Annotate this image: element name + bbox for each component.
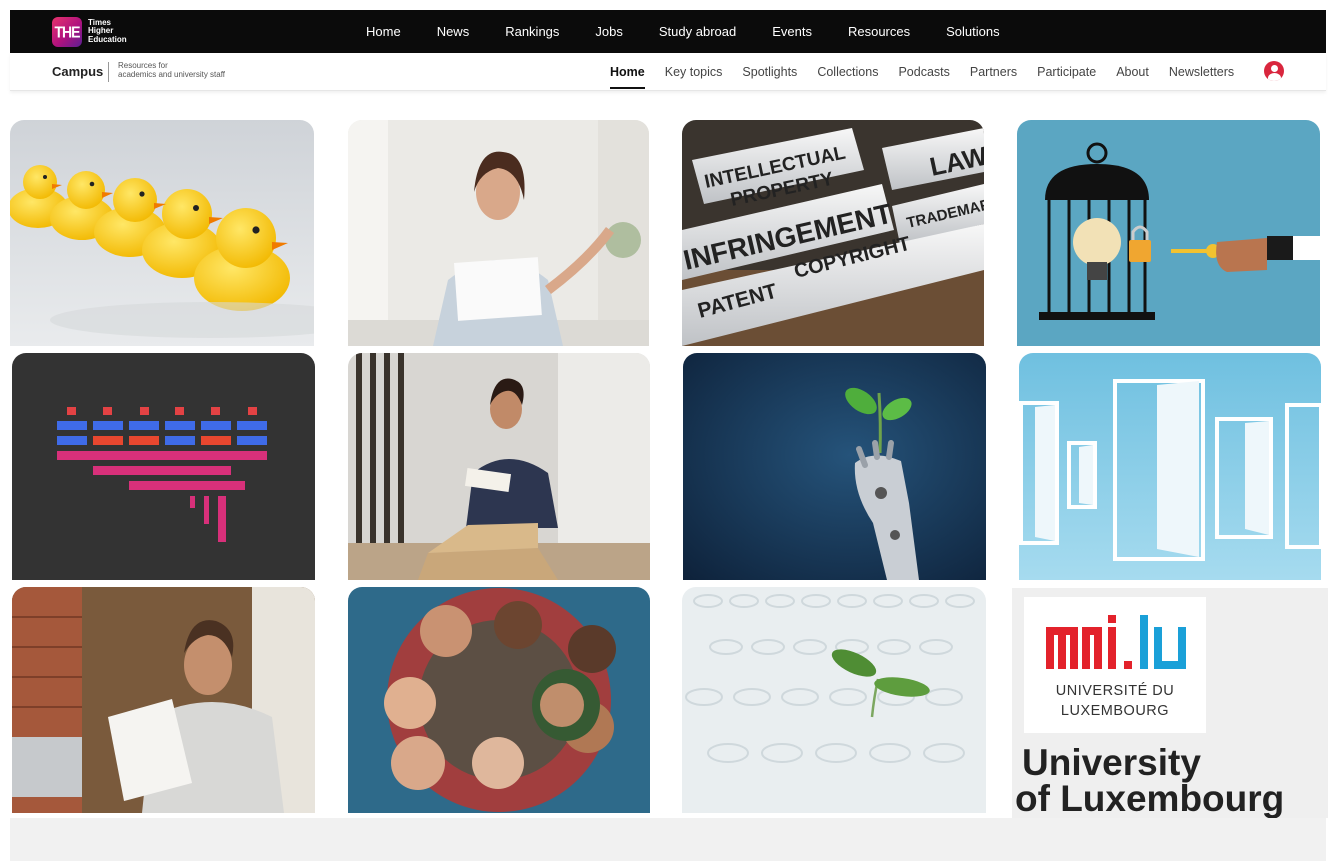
rubber-ducks-image [10,120,314,346]
tile-robot-hand-sprout[interactable] [683,353,986,580]
main-nav: Home News Rankings Jobs Study abroad Eve… [366,10,1036,53]
university-title-line-1: University [1022,742,1201,783]
main-nav-events[interactable]: Events [772,24,812,39]
user-account-icon[interactable] [1264,61,1284,81]
main-nav-news[interactable]: News [437,24,470,39]
main-nav-resources[interactable]: Resources [848,24,910,39]
pixel-brain-image [12,353,315,580]
campus-divider [108,62,109,82]
open-doors-image [1019,353,1321,580]
tile-man-frustrated[interactable] [12,587,315,813]
campus-nav: Home Key topics Spotlights Collections P… [610,53,1254,91]
main-nav-rankings[interactable]: Rankings [505,24,559,39]
uni-lu-logo-card: UNIVERSITÉ DU LUXEMBOURG [1024,597,1206,733]
campus-nav-participate[interactable]: Participate [1037,65,1096,79]
campus-nav-key-topics[interactable]: Key topics [665,65,723,79]
tile-group-huddle[interactable] [348,587,650,813]
campus-nav-podcasts[interactable]: Podcasts [898,65,949,79]
group-huddle-image [348,587,650,813]
university-title-line-2: of Luxembourg [1015,778,1285,819]
tile-caged-lightbulb[interactable] [1017,120,1320,346]
campus-brand[interactable]: Campus [52,64,103,79]
woman-unpacking-image [348,353,650,580]
logo-badge-text: THE [54,22,81,41]
campus-nav-home[interactable]: Home [610,65,645,89]
tile-open-doors[interactable] [1019,353,1321,580]
main-nav-home[interactable]: Home [366,24,401,39]
robot-hand-sprout-image [683,353,986,580]
intellectual-property-image: INTELLECTUAL PROPERTY LAW INFRINGEMENT T… [682,120,984,346]
tile-rubber-ducks[interactable] [10,120,314,346]
tile-intellectual-property[interactable]: INTELLECTUAL PROPERTY LAW INFRINGEMENT T… [682,120,984,346]
caged-lightbulb-image [1017,120,1320,346]
main-nav-jobs[interactable]: Jobs [595,24,622,39]
tile-pixel-brain[interactable] [12,353,315,580]
campus-nav-collections[interactable]: Collections [817,65,878,79]
uni-lu-line-2: LUXEMBOURG [1060,703,1170,719]
campus-nav-spotlights[interactable]: Spotlights [742,65,797,79]
logo-line-3: Education [88,34,127,44]
the-logo[interactable]: THE Times Higher Education [52,16,127,47]
campus-nav-partners[interactable]: Partners [970,65,1017,79]
campus-nav-about[interactable]: About [1116,65,1149,79]
test-tubes-sprout-image [682,587,986,813]
woman-reading-image [348,120,649,346]
campus-nav-newsletters[interactable]: Newsletters [1169,65,1234,79]
campus-tagline: Resources for academics and university s… [118,61,226,79]
the-logo-badge: THE [52,16,82,47]
campus-tagline-line-2: academics and university staff [118,69,226,79]
tile-test-tubes-sprout[interactable] [682,587,986,813]
top-nav-bar: THE Times Higher Education Home News Ran… [10,10,1326,53]
campus-sub-nav-bar: Campus Resources for academics and unive… [10,53,1326,91]
the-logo-name: Times Higher Education [88,18,127,45]
tile-woman-reading-paper[interactable] [348,120,649,346]
tile-woman-unpacking[interactable] [348,353,650,580]
man-frustrated-image [12,587,315,813]
tile-university-of-luxembourg[interactable]: UNIVERSITÉ DU LUXEMBOURG University of L… [1012,588,1328,818]
footer-band [10,818,1326,861]
main-nav-solutions[interactable]: Solutions [946,24,999,39]
main-nav-study-abroad[interactable]: Study abroad [659,24,736,39]
uni-lu-line-1: UNIVERSITÉ DU [1055,683,1175,699]
